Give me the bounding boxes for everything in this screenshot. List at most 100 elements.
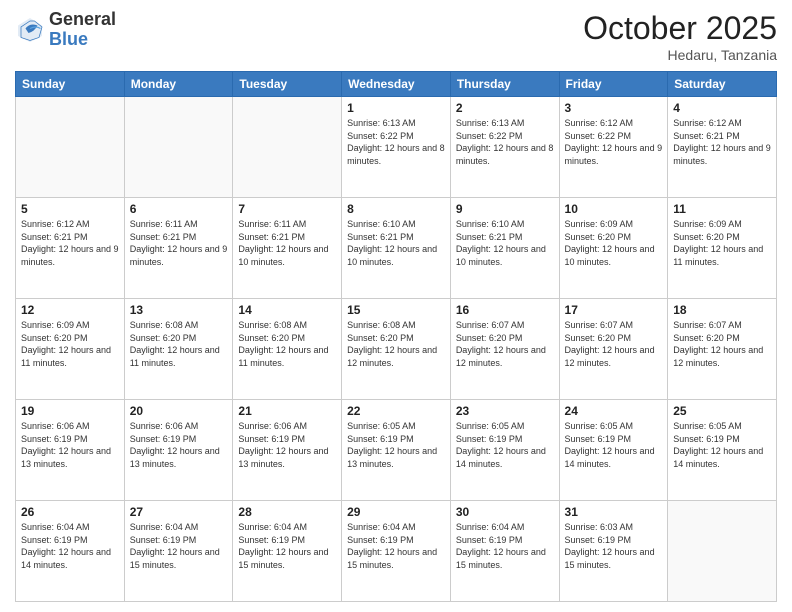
day-cell xyxy=(124,97,233,198)
day-info: Sunrise: 6:12 AMSunset: 6:22 PMDaylight:… xyxy=(565,117,663,167)
day-cell: 13 Sunrise: 6:08 AMSunset: 6:20 PMDaylig… xyxy=(124,299,233,400)
day-number: 22 xyxy=(347,404,445,418)
day-cell: 11 Sunrise: 6:09 AMSunset: 6:20 PMDaylig… xyxy=(668,198,777,299)
day-number: 2 xyxy=(456,101,554,115)
day-info: Sunrise: 6:04 AMSunset: 6:19 PMDaylight:… xyxy=(21,521,119,571)
day-info: Sunrise: 6:05 AMSunset: 6:19 PMDaylight:… xyxy=(673,420,771,470)
logo: General Blue xyxy=(15,10,116,50)
day-number: 1 xyxy=(347,101,445,115)
day-info: Sunrise: 6:06 AMSunset: 6:19 PMDaylight:… xyxy=(238,420,336,470)
day-info: Sunrise: 6:07 AMSunset: 6:20 PMDaylight:… xyxy=(673,319,771,369)
day-cell: 22 Sunrise: 6:05 AMSunset: 6:19 PMDaylig… xyxy=(342,400,451,501)
day-number: 6 xyxy=(130,202,228,216)
calendar: SundayMondayTuesdayWednesdayThursdayFrid… xyxy=(15,71,777,602)
day-number: 3 xyxy=(565,101,663,115)
day-number: 31 xyxy=(565,505,663,519)
day-number: 20 xyxy=(130,404,228,418)
day-info: Sunrise: 6:07 AMSunset: 6:20 PMDaylight:… xyxy=(565,319,663,369)
day-info: Sunrise: 6:12 AMSunset: 6:21 PMDaylight:… xyxy=(21,218,119,268)
day-cell: 7 Sunrise: 6:11 AMSunset: 6:21 PMDayligh… xyxy=(233,198,342,299)
page: General Blue October 2025 Hedaru, Tanzan… xyxy=(0,0,792,612)
day-number: 25 xyxy=(673,404,771,418)
header: General Blue October 2025 Hedaru, Tanzan… xyxy=(15,10,777,63)
day-info: Sunrise: 6:09 AMSunset: 6:20 PMDaylight:… xyxy=(673,218,771,268)
day-cell: 23 Sunrise: 6:05 AMSunset: 6:19 PMDaylig… xyxy=(450,400,559,501)
day-info: Sunrise: 6:03 AMSunset: 6:19 PMDaylight:… xyxy=(565,521,663,571)
day-info: Sunrise: 6:04 AMSunset: 6:19 PMDaylight:… xyxy=(130,521,228,571)
day-info: Sunrise: 6:10 AMSunset: 6:21 PMDaylight:… xyxy=(456,218,554,268)
logo-blue: Blue xyxy=(49,29,88,49)
day-info: Sunrise: 6:11 AMSunset: 6:21 PMDaylight:… xyxy=(130,218,228,268)
day-cell: 31 Sunrise: 6:03 AMSunset: 6:19 PMDaylig… xyxy=(559,501,668,602)
day-cell: 12 Sunrise: 6:09 AMSunset: 6:20 PMDaylig… xyxy=(16,299,125,400)
day-info: Sunrise: 6:04 AMSunset: 6:19 PMDaylight:… xyxy=(456,521,554,571)
day-cell: 20 Sunrise: 6:06 AMSunset: 6:19 PMDaylig… xyxy=(124,400,233,501)
day-info: Sunrise: 6:09 AMSunset: 6:20 PMDaylight:… xyxy=(565,218,663,268)
day-cell: 25 Sunrise: 6:05 AMSunset: 6:19 PMDaylig… xyxy=(668,400,777,501)
day-info: Sunrise: 6:04 AMSunset: 6:19 PMDaylight:… xyxy=(238,521,336,571)
location: Hedaru, Tanzania xyxy=(583,47,777,63)
day-number: 19 xyxy=(21,404,119,418)
day-cell: 6 Sunrise: 6:11 AMSunset: 6:21 PMDayligh… xyxy=(124,198,233,299)
day-info: Sunrise: 6:05 AMSunset: 6:19 PMDaylight:… xyxy=(565,420,663,470)
weekday-header-thursday: Thursday xyxy=(450,72,559,97)
day-number: 12 xyxy=(21,303,119,317)
day-info: Sunrise: 6:10 AMSunset: 6:21 PMDaylight:… xyxy=(347,218,445,268)
day-cell: 28 Sunrise: 6:04 AMSunset: 6:19 PMDaylig… xyxy=(233,501,342,602)
day-number: 13 xyxy=(130,303,228,317)
day-cell xyxy=(668,501,777,602)
weekday-header-sunday: Sunday xyxy=(16,72,125,97)
month-title: October 2025 xyxy=(583,10,777,47)
day-cell: 3 Sunrise: 6:12 AMSunset: 6:22 PMDayligh… xyxy=(559,97,668,198)
day-cell: 15 Sunrise: 6:08 AMSunset: 6:20 PMDaylig… xyxy=(342,299,451,400)
day-cell: 27 Sunrise: 6:04 AMSunset: 6:19 PMDaylig… xyxy=(124,501,233,602)
day-number: 17 xyxy=(565,303,663,317)
weekday-header-tuesday: Tuesday xyxy=(233,72,342,97)
day-cell: 4 Sunrise: 6:12 AMSunset: 6:21 PMDayligh… xyxy=(668,97,777,198)
day-number: 27 xyxy=(130,505,228,519)
day-info: Sunrise: 6:05 AMSunset: 6:19 PMDaylight:… xyxy=(456,420,554,470)
day-cell: 16 Sunrise: 6:07 AMSunset: 6:20 PMDaylig… xyxy=(450,299,559,400)
day-cell xyxy=(233,97,342,198)
day-info: Sunrise: 6:12 AMSunset: 6:21 PMDaylight:… xyxy=(673,117,771,167)
day-info: Sunrise: 6:06 AMSunset: 6:19 PMDaylight:… xyxy=(21,420,119,470)
day-cell: 17 Sunrise: 6:07 AMSunset: 6:20 PMDaylig… xyxy=(559,299,668,400)
day-cell: 14 Sunrise: 6:08 AMSunset: 6:20 PMDaylig… xyxy=(233,299,342,400)
day-number: 30 xyxy=(456,505,554,519)
day-number: 7 xyxy=(238,202,336,216)
day-number: 10 xyxy=(565,202,663,216)
day-number: 21 xyxy=(238,404,336,418)
day-number: 16 xyxy=(456,303,554,317)
weekday-header-monday: Monday xyxy=(124,72,233,97)
day-cell: 24 Sunrise: 6:05 AMSunset: 6:19 PMDaylig… xyxy=(559,400,668,501)
day-number: 4 xyxy=(673,101,771,115)
day-number: 28 xyxy=(238,505,336,519)
weekday-header-friday: Friday xyxy=(559,72,668,97)
day-number: 29 xyxy=(347,505,445,519)
weekday-header-wednesday: Wednesday xyxy=(342,72,451,97)
day-cell: 8 Sunrise: 6:10 AMSunset: 6:21 PMDayligh… xyxy=(342,198,451,299)
day-info: Sunrise: 6:07 AMSunset: 6:20 PMDaylight:… xyxy=(456,319,554,369)
day-number: 15 xyxy=(347,303,445,317)
logo-icon xyxy=(15,15,45,45)
day-cell: 5 Sunrise: 6:12 AMSunset: 6:21 PMDayligh… xyxy=(16,198,125,299)
day-info: Sunrise: 6:09 AMSunset: 6:20 PMDaylight:… xyxy=(21,319,119,369)
day-number: 23 xyxy=(456,404,554,418)
day-info: Sunrise: 6:08 AMSunset: 6:20 PMDaylight:… xyxy=(347,319,445,369)
day-cell xyxy=(16,97,125,198)
day-cell: 10 Sunrise: 6:09 AMSunset: 6:20 PMDaylig… xyxy=(559,198,668,299)
day-cell: 29 Sunrise: 6:04 AMSunset: 6:19 PMDaylig… xyxy=(342,501,451,602)
title-block: October 2025 Hedaru, Tanzania xyxy=(583,10,777,63)
day-cell: 19 Sunrise: 6:06 AMSunset: 6:19 PMDaylig… xyxy=(16,400,125,501)
day-cell: 21 Sunrise: 6:06 AMSunset: 6:19 PMDaylig… xyxy=(233,400,342,501)
day-cell: 18 Sunrise: 6:07 AMSunset: 6:20 PMDaylig… xyxy=(668,299,777,400)
day-number: 18 xyxy=(673,303,771,317)
day-number: 26 xyxy=(21,505,119,519)
day-number: 8 xyxy=(347,202,445,216)
day-number: 14 xyxy=(238,303,336,317)
day-info: Sunrise: 6:04 AMSunset: 6:19 PMDaylight:… xyxy=(347,521,445,571)
day-cell: 9 Sunrise: 6:10 AMSunset: 6:21 PMDayligh… xyxy=(450,198,559,299)
week-row-5: 26 Sunrise: 6:04 AMSunset: 6:19 PMDaylig… xyxy=(16,501,777,602)
weekday-header-row: SundayMondayTuesdayWednesdayThursdayFrid… xyxy=(16,72,777,97)
day-cell: 30 Sunrise: 6:04 AMSunset: 6:19 PMDaylig… xyxy=(450,501,559,602)
